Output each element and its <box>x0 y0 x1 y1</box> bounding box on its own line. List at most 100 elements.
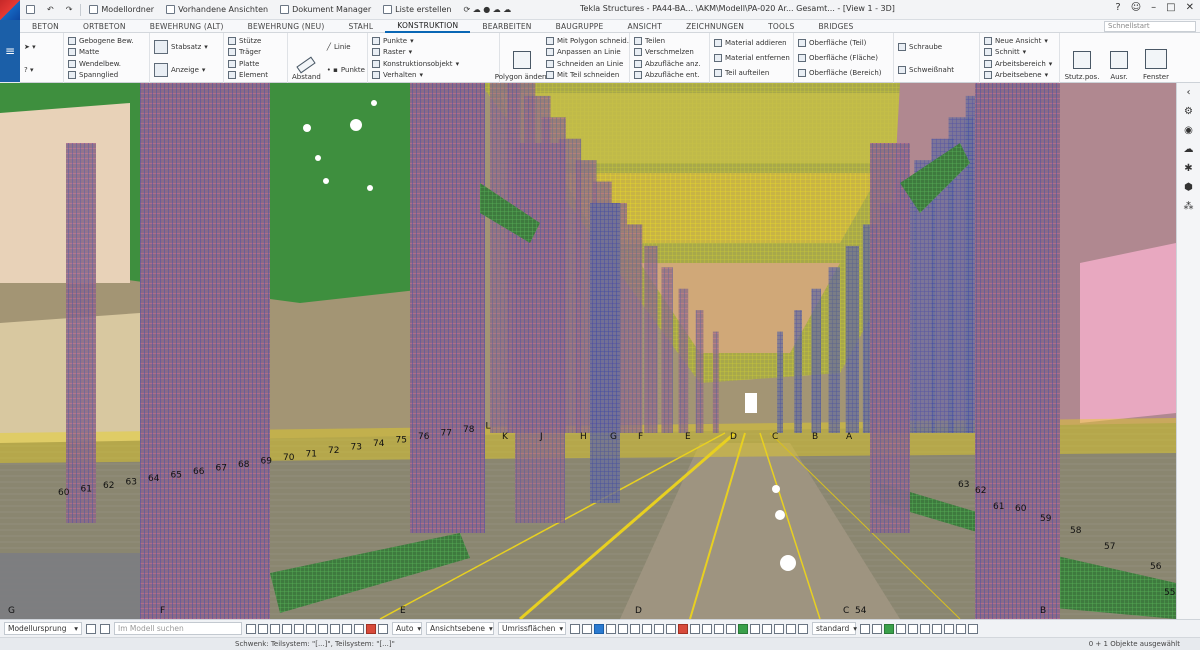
undo-button[interactable]: ↶ <box>41 0 60 20</box>
snap-switch-6[interactable] <box>630 623 640 634</box>
weld-button[interactable]: Schweißnaht <box>898 64 954 75</box>
snap-switch-13[interactable] <box>714 623 724 634</box>
snap-icon-2[interactable] <box>100 623 110 634</box>
quick-launch-input[interactable]: Schnellstart <box>1104 21 1196 32</box>
chamfer-show-button[interactable]: Abzufläche anz. <box>634 58 700 69</box>
side-panel-toggle[interactable]: ≡ <box>0 20 20 82</box>
tab-beton[interactable]: BETON <box>20 22 71 31</box>
select-switch-1[interactable] <box>246 623 256 634</box>
snap-switch-2[interactable] <box>582 623 592 634</box>
work-area-button[interactable]: Arbeitsbereich ▾ <box>984 58 1052 69</box>
bent-rebar-button[interactable]: Gebogene Bew. <box>68 35 134 46</box>
snap-switch-15[interactable] <box>738 623 748 634</box>
extra-switch-7[interactable] <box>932 623 942 634</box>
extra-switch-2[interactable] <box>872 623 882 634</box>
snap-origin-combo[interactable]: Modellursprung ▾ <box>4 622 82 635</box>
extra-switch-6[interactable] <box>920 623 930 634</box>
points-button[interactable]: • ▪ Punkte <box>327 64 365 75</box>
select-switch-3[interactable] <box>270 623 280 634</box>
snap-switch-11[interactable] <box>690 623 700 634</box>
behaviour-button[interactable]: Verhalten ▾ <box>372 70 459 81</box>
tab-stahl[interactable]: STAHL <box>337 22 386 31</box>
snap-switch-1[interactable] <box>570 623 580 634</box>
redo-button[interactable]: ↷ <box>60 0 79 20</box>
tab-bewehrung-alt[interactable]: BEWEHRUNG (ALT) <box>138 22 236 31</box>
3d-model-scene[interactable]: 60 61 62 63 64 65 66 67 68 69 70 71 72 73 74 75 76 77 78 LK… <box>0 83 1176 619</box>
tab-baugruppe[interactable]: BAUGRUPPE <box>544 22 616 31</box>
user-icon[interactable]: ☺ <box>1131 2 1141 13</box>
snap-switch-16[interactable] <box>750 623 760 634</box>
new-view-button[interactable]: Neue Ansicht ▾ <box>984 35 1052 46</box>
select-switch-4[interactable] <box>282 623 292 634</box>
snap-switch-8[interactable] <box>654 623 664 634</box>
object-icon[interactable]: ⬢ <box>1183 182 1194 193</box>
distance-button[interactable]: Abstand <box>292 35 321 81</box>
create-list-button[interactable]: Liste erstellen <box>377 0 457 20</box>
grid-button[interactable]: Raster ▾ <box>372 47 459 58</box>
select-switch-6[interactable] <box>306 623 316 634</box>
display-button[interactable]: Anzeige ▾ <box>154 62 208 77</box>
tab-bridges[interactable]: BRIDGES <box>806 22 865 31</box>
snap-switch-9[interactable] <box>666 623 676 634</box>
select-switch-7[interactable] <box>318 623 328 634</box>
element-button[interactable]: Element <box>228 70 268 81</box>
close-button[interactable]: ✕ <box>1186 2 1194 13</box>
app-logo[interactable] <box>0 0 20 20</box>
polygon-cut-button[interactable]: Mit Polygon schneid. <box>546 35 629 46</box>
model-viewport[interactable]: 60 61 62 63 64 65 66 67 68 69 70 71 72 73 74 75 76 77 78 L K… <box>0 83 1176 619</box>
settings-icon[interactable]: ✱ <box>1183 163 1194 174</box>
snap-switch-10[interactable] <box>678 623 688 634</box>
tab-tools[interactable]: TOOLS <box>756 22 806 31</box>
surface-part-button[interactable]: Oberfläche (Teil) <box>798 37 882 48</box>
snap-switch-5[interactable] <box>618 623 628 634</box>
select-switch-12[interactable] <box>378 623 388 634</box>
snap-switch-4[interactable] <box>606 623 616 634</box>
bolt-button[interactable]: Schraube <box>898 41 954 52</box>
snap-icon-1[interactable] <box>86 623 96 634</box>
extra-switch-3[interactable] <box>884 623 894 634</box>
grid-menu-icon[interactable]: ⁂ <box>1183 201 1194 212</box>
construction-object-button[interactable]: Konstruktionsobjekt ▾ <box>372 58 459 69</box>
save-button[interactable] <box>20 0 41 20</box>
add-material-button[interactable]: Material addieren <box>714 37 790 48</box>
chamfer-remove-button[interactable]: Abzufläche ent. <box>634 70 700 81</box>
select-switch-10[interactable] <box>354 623 364 634</box>
part-cut-button[interactable]: Mit Teil schneiden <box>546 70 629 81</box>
minimize-button[interactable]: – <box>1151 2 1156 13</box>
tab-bewehrung-neu[interactable]: BEWEHRUNG (NEU) <box>236 22 337 31</box>
sync-button[interactable]: ⟳ ☁ ● ☁ ☁ <box>457 0 517 20</box>
help-icon[interactable]: ? <box>1115 2 1120 13</box>
snap-switch-7[interactable] <box>642 623 652 634</box>
select-tool-button[interactable]: ➤ ▾ <box>24 41 36 52</box>
select-switch-9[interactable] <box>342 623 352 634</box>
select-switch-8[interactable] <box>330 623 340 634</box>
line-cut-button[interactable]: Schneiden an Linie <box>546 58 629 69</box>
model-search-input[interactable]: Im Modell suchen <box>114 622 242 635</box>
work-plane-button[interactable]: Arbeitsebene ▾ <box>984 70 1052 81</box>
tab-konstruktion[interactable]: KONSTRUKTION <box>385 20 471 33</box>
globe-icon[interactable]: ◉ <box>1183 125 1194 136</box>
window-button[interactable]: Fenster <box>1138 35 1174 81</box>
existing-views-button[interactable]: Vorhandene Ansichten <box>160 0 274 20</box>
tab-ortbeton[interactable]: ORTBETON <box>71 22 138 31</box>
extra-switch-10[interactable] <box>968 623 978 634</box>
document-manager-button[interactable]: Dokument Manager <box>274 0 377 20</box>
extra-switch-8[interactable] <box>944 623 954 634</box>
properties-icon[interactable]: ⚙ <box>1183 106 1194 117</box>
beam-button[interactable]: Träger <box>228 47 268 58</box>
spiral-rebar-button[interactable]: Wendelbew. <box>68 58 134 69</box>
snap-switch-20[interactable] <box>798 623 808 634</box>
snap-switch-17[interactable] <box>762 623 772 634</box>
snap-switch-12[interactable] <box>702 623 712 634</box>
line-button[interactable]: ╱ Linie <box>327 41 365 52</box>
maximize-button[interactable]: □ <box>1166 2 1175 13</box>
select-switch-5[interactable] <box>294 623 304 634</box>
cloud-icon[interactable]: ☁ <box>1183 144 1194 155</box>
tendon-button[interactable]: Spannglied <box>68 70 134 81</box>
rebar-set-button[interactable]: Stabsatz ▾ <box>154 39 208 54</box>
tab-zeichnungen[interactable]: ZEICHNUNGEN <box>674 22 756 31</box>
auto-combo[interactable]: Auto ▾ <box>392 622 422 635</box>
tab-bearbeiten[interactable]: BEARBEITEN <box>470 22 543 31</box>
remove-material-button[interactable]: Material entfernen <box>714 52 790 63</box>
model-folder-button[interactable]: Modellordner <box>83 0 160 20</box>
